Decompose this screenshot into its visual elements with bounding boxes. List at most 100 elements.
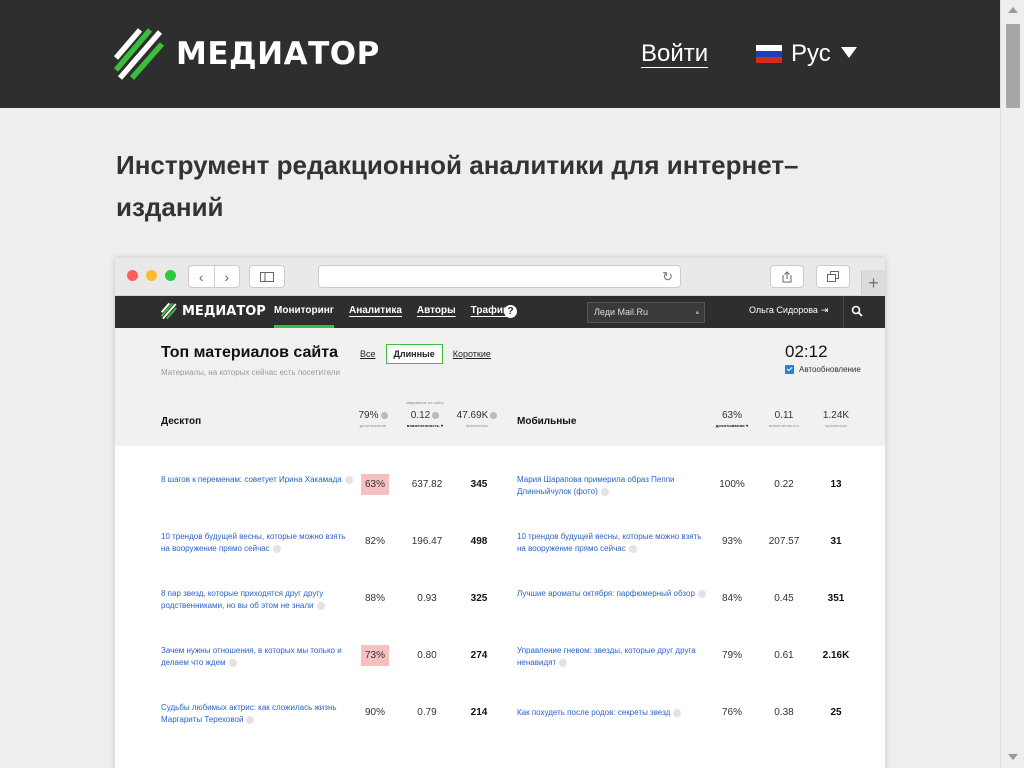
desktop-article-link[interactable]: 8 пар звезд, которые приходятся друг дру…	[161, 588, 353, 612]
desktop-views-cell: 498	[470, 536, 488, 547]
mobile-article-link[interactable]: Мария Шарапова примерила образ Пеппи Дли…	[517, 474, 709, 498]
metric-value: 63%	[721, 410, 742, 421]
mobile-read-cell: 84%	[721, 593, 742, 604]
edit-icon[interactable]	[344, 475, 353, 484]
metric-label: дочитывания ▾	[715, 423, 749, 428]
mobile-engagement-cell: 0.61	[774, 650, 794, 661]
table-row: Зачем нужны отношения, в которых мы толь…	[115, 629, 885, 686]
mobile-article-link[interactable]: 10 трендов будущей весны, которые можно …	[517, 531, 709, 555]
url-bar[interactable]: ↻	[318, 265, 681, 288]
browser-nav-buttons: ‹ ›	[188, 265, 240, 288]
desktop-article-link[interactable]: Судьбы любимых актрис: как сложилась жиз…	[161, 702, 353, 726]
edit-icon[interactable]	[559, 658, 568, 667]
logo-stripes-icon	[161, 302, 177, 320]
share-icon[interactable]	[770, 265, 804, 288]
info-icon[interactable]	[380, 411, 388, 419]
mobile-engagement-metric[interactable]: 0.11 вовлеченность	[758, 410, 810, 428]
length-filters: Все Длинные Короткие	[360, 344, 501, 364]
desktop-article-link[interactable]: 8 шагов к переменам: советует Ирина Хака…	[161, 474, 353, 486]
edit-icon[interactable]	[600, 487, 609, 496]
desktop-views-metric[interactable]: 47.69K просмотры	[451, 410, 503, 428]
desktop-engagement-cell: 0.79	[417, 707, 437, 718]
checkbox-checked-icon[interactable]	[785, 365, 794, 374]
chevron-right-icon[interactable]: ›	[213, 266, 240, 287]
app-brand: МЕДИАТОР	[182, 303, 266, 319]
edit-icon[interactable]	[697, 589, 706, 598]
site-select-value: Леди Mail.Ru	[594, 307, 648, 317]
app-navbar: МЕДИАТОР Мониторинг Аналитика Авторы Тра…	[115, 296, 885, 335]
browser-toolbar: ‹ › ↻ +	[115, 258, 885, 296]
desktop-engagement-cell: 637.82	[411, 479, 443, 490]
table-row: Судьбы любимых актрис: как сложилась жиз…	[115, 686, 885, 743]
logo-stripes-icon	[114, 28, 164, 80]
mobile-article-link[interactable]: Управление гневом: звезды, которые друг …	[517, 645, 709, 669]
language-selector[interactable]: Рус	[756, 40, 857, 68]
mobile-engagement-cell: 0.45	[774, 593, 794, 604]
desktop-views-cell: 274	[470, 650, 488, 661]
maximize-dot-icon[interactable]	[165, 270, 176, 281]
search-icon[interactable]	[851, 304, 863, 322]
tabs-icon[interactable]	[816, 265, 850, 288]
filter-long[interactable]: Длинные	[385, 344, 443, 364]
desktop-engagement-metric[interactable]: медианное по сайту 0.12 вовлеченность ▾	[399, 400, 451, 428]
mobile-views-metric[interactable]: 1.24K просмотры	[810, 410, 862, 428]
site-logo[interactable]: МЕДИАТОР	[114, 28, 380, 80]
dashboard-header: Топ материалов сайта Все Длинные Коротки…	[115, 328, 885, 446]
product-screenshot-browser: ‹ › ↻ + МЕДИАТОР Мониторинг Аналитика Ав…	[115, 258, 885, 768]
divider	[843, 296, 844, 328]
russia-flag-icon	[756, 45, 782, 63]
filter-all[interactable]: Все	[360, 349, 376, 359]
autoupdate-toggle[interactable]: Автообновление	[785, 365, 861, 374]
hero-headline: Инструмент редакционной аналитики для ин…	[116, 150, 799, 222]
mobile-read-cell: 79%	[721, 650, 742, 661]
menu-authors[interactable]: Авторы	[417, 296, 456, 328]
reload-icon[interactable]: ↻	[662, 269, 673, 285]
menu-monitoring[interactable]: Мониторинг	[274, 296, 334, 328]
scroll-up-arrow-icon[interactable]	[1008, 7, 1018, 13]
filter-short[interactable]: Короткие	[453, 349, 491, 359]
mobile-article-link[interactable]: Как похудеть после родов: секреты звезд	[517, 707, 709, 719]
metric-caption: медианное по сайту	[406, 400, 444, 405]
desktop-read-metric[interactable]: 79% дочитывания	[347, 410, 399, 428]
desktop-read-cell: 63%	[361, 474, 389, 495]
mobile-views-cell: 2.16K	[822, 650, 850, 661]
new-tab-button[interactable]: +	[861, 270, 885, 296]
edit-icon[interactable]	[272, 544, 281, 553]
desktop-article-link[interactable]: Зачем нужны отношения, в которых мы толь…	[161, 645, 353, 669]
desktop-article-link[interactable]: 10 трендов будущей весны, которые можно …	[161, 531, 353, 555]
mobile-engagement-cell: 207.57	[768, 536, 800, 547]
menu-traffic[interactable]: Трафик	[471, 296, 508, 328]
scroll-thumb[interactable]	[1006, 24, 1020, 108]
metric-label: просмотры	[824, 423, 848, 428]
logout-icon[interactable]: ⇥	[821, 305, 829, 315]
desktop-views-cell: 345	[470, 479, 488, 490]
metric-value: 1.24K	[822, 410, 850, 421]
desktop-read-cell: 82%	[364, 536, 385, 547]
mobile-article-link[interactable]: Лучшие ароматы октября: парфюмерный обзо…	[517, 588, 709, 600]
menu-analytics[interactable]: Аналитика	[349, 296, 402, 328]
scroll-down-arrow-icon[interactable]	[1008, 754, 1018, 760]
help-icon[interactable]: ?	[504, 305, 517, 318]
edit-icon[interactable]	[228, 658, 237, 667]
mobile-section-label: Мобильные	[517, 416, 577, 427]
desktop-engagement-cell: 0.93	[417, 593, 437, 604]
mobile-read-cell: 93%	[721, 536, 742, 547]
chevron-left-icon[interactable]: ‹	[189, 266, 214, 287]
sidebar-icon[interactable]	[249, 265, 285, 288]
close-dot-icon[interactable]	[127, 270, 138, 281]
edit-icon[interactable]	[673, 708, 682, 717]
info-icon[interactable]	[490, 411, 498, 419]
desktop-read-cell: 73%	[361, 645, 389, 666]
edit-icon[interactable]	[628, 544, 637, 553]
info-icon[interactable]	[432, 411, 440, 419]
minimize-dot-icon[interactable]	[146, 270, 157, 281]
site-select[interactable]: Леди Mail.Ru ▴▾	[587, 302, 705, 335]
mobile-views-cell: 31	[830, 536, 842, 547]
user-menu[interactable]: Ольга Сидорова ⇥	[749, 305, 828, 316]
page-scrollbar[interactable]	[1000, 0, 1024, 768]
edit-icon[interactable]	[246, 715, 255, 724]
login-link[interactable]: Войти	[641, 40, 708, 68]
app-logo[interactable]: МЕДИАТОР	[161, 302, 266, 320]
edit-icon[interactable]	[316, 601, 325, 610]
mobile-read-metric[interactable]: 63% дочитывания ▾	[706, 410, 758, 428]
